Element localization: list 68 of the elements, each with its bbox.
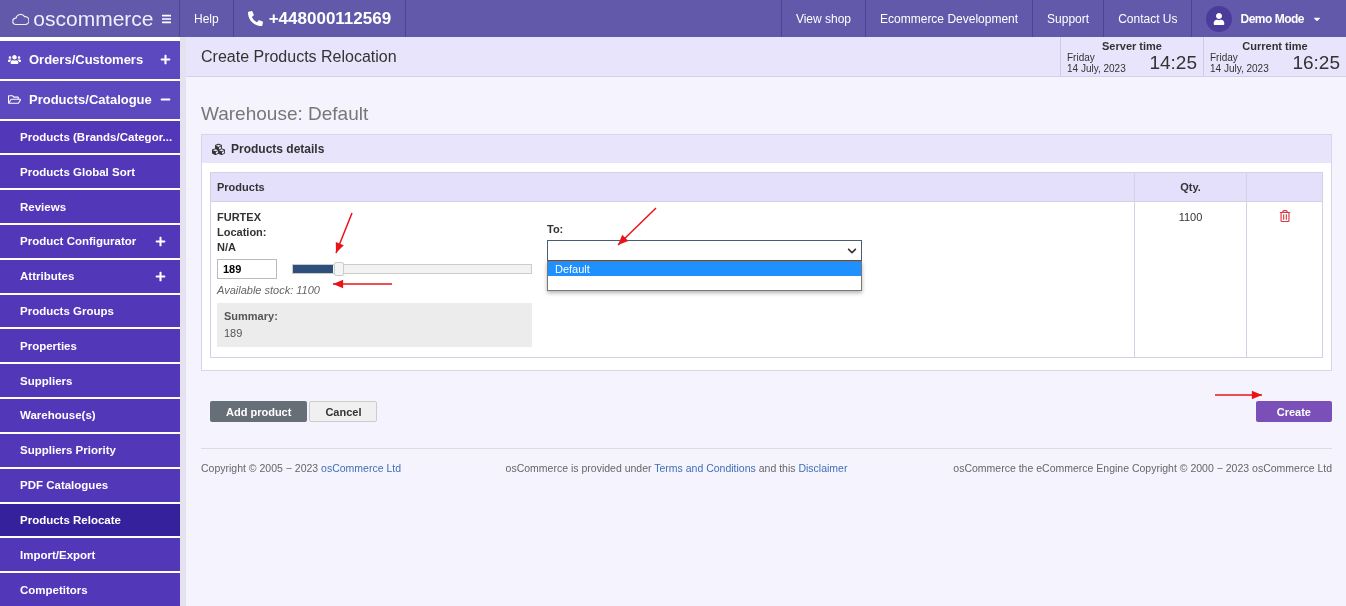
delete-icon[interactable] [1278,210,1291,222]
sidebar-item-label: Product Configurator [20,235,137,248]
sidebar-item[interactable]: Competitors [0,573,180,606]
chevron-icon [847,245,857,256]
sidebar-item[interactable]: Products Relocate [0,503,180,537]
column-header: Products [210,172,1135,202]
quantity-cell: 1100 [1178,211,1203,223]
sidebar-group[interactable]: Orders/Customers [0,41,180,79]
cubes-icon [212,142,225,156]
menu-icon[interactable] [161,12,171,25]
add-product-button[interactable]: Add product [210,401,308,422]
page-title: Create Products Relocation [200,46,398,67]
create-button[interactable]: Create [1255,401,1332,422]
warehouse-title: Warehouse: Default [201,103,370,125]
sidebar-item[interactable]: Import/Export [0,538,180,572]
sidebar-item[interactable]: Suppliers Priority [0,433,180,467]
user-menu[interactable]: Demo Mode [1192,0,1346,37]
sidebar-item[interactable]: Products Groups [0,294,180,328]
clock-time: 14:25 [1149,51,1197,74]
sidebar-item[interactable]: Properties [0,329,180,363]
column-header: Qty. [1134,172,1247,202]
sidebar-group-label: Orders/Customers [29,52,144,68]
disclaimer-link[interactable]: Disclaimer [798,462,848,474]
engine-copyright-text: osCommerce the eCommerce Engine Copyright © 2000 − 2023 osCommerce Ltd [952,461,1332,475]
copyright-text: Copyright © 2005 − 2023 osCommerce Ltd [201,461,402,475]
quantity-input[interactable]: 189 [217,259,277,279]
available-stock: Available stock: 1100 [217,284,321,296]
sidebar-item[interactable]: Products Global Sort [0,155,180,189]
annotation-arrow [617,207,657,246]
sidebar-group-label: Products/Catalogue [29,92,152,108]
clock-date: 14 July, 2023 [1067,62,1127,74]
clock-day: Friday [1210,51,1293,63]
folder-icon [8,93,21,107]
to-select[interactable] [547,240,862,261]
location-value: N/A [217,240,237,255]
logo-text[interactable]: oscommerce [33,6,154,31]
users-icon [8,53,21,67]
sidebar-item[interactable]: Suppliers [0,364,180,398]
summary-label: Summary: [224,309,279,324]
sidebar-item-label: Attributes [20,270,75,283]
to-label: To: [547,222,565,237]
annotation-arrow [335,212,353,254]
product-name: FURTEX [217,210,262,225]
panel-title: Products details [231,142,325,156]
license-text: osCommerce is provided under Terms and Conditions and this Disclaimer [505,461,848,475]
summary-value: 189 [224,326,244,341]
sidebar-item[interactable]: PDF Catalogues [0,468,180,502]
slider-thumb[interactable] [334,262,345,276]
clock-date: 14 July, 2023 [1210,62,1270,74]
cancel-button[interactable]: Cancel [309,401,378,422]
location-label: Location: [217,225,268,240]
clock-label: Current time [1241,39,1309,52]
quantity-slider[interactable] [292,264,532,274]
avatar [1206,5,1233,32]
sidebar-item[interactable]: Warehouse(s) [0,399,180,432]
terms-link[interactable]: Terms and Conditions [654,462,756,474]
clock-day: Friday [1067,51,1150,63]
annotation-arrow [332,279,393,289]
phone-icon [247,11,263,26]
sidebar-group[interactable]: Products/Catalogue [0,80,180,119]
sidebar-item[interactable]: Attributes [0,259,180,293]
sidebar-item[interactable]: Product Configurator [0,225,180,258]
sidebar-item[interactable]: Products (Brands/Categor... [0,120,180,154]
sidebar-item[interactable]: Reviews [0,190,180,223]
annotation-arrow [1214,390,1263,400]
clock-time: 16:25 [1292,51,1340,74]
company-link[interactable]: osCommerce Ltd [321,462,402,474]
clock-label: Server time [1101,39,1163,52]
